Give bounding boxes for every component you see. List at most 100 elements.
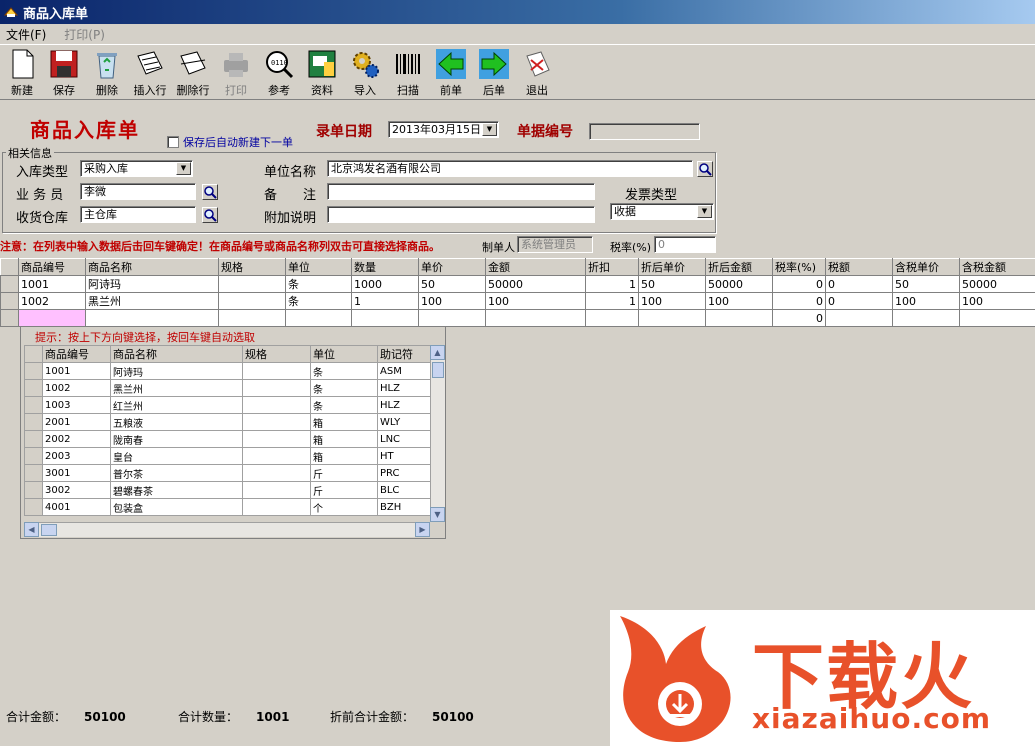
list-cell[interactable]: 皇台 <box>110 447 243 465</box>
auto-new-checkbox[interactable] <box>167 136 179 148</box>
chevron-down-icon[interactable]: ▼ <box>176 162 191 175</box>
list-cell[interactable]: 3001 <box>42 464 111 482</box>
grid-cell[interactable]: 0 <box>772 292 826 310</box>
list-cell[interactable]: 条 <box>310 379 378 397</box>
grid-cell[interactable] <box>218 275 286 293</box>
list-cell[interactable]: BLC <box>377 481 433 499</box>
list-cell[interactable] <box>242 447 311 465</box>
col-header[interactable]: 商品编号 <box>42 345 111 363</box>
vertical-scrollbar[interactable]: ▲ ▼ <box>430 345 445 522</box>
data-button[interactable]: 资料 <box>302 48 342 100</box>
list-item[interactable]: 1002 黑兰州 条 HLZ <box>24 379 433 397</box>
import-button[interactable]: 导入 <box>345 48 385 100</box>
list-cell[interactable]: HLZ <box>377 396 433 414</box>
salesman-search-button[interactable] <box>202 184 218 200</box>
list-cell[interactable] <box>242 362 311 380</box>
list-item[interactable]: 3001 普尔茶 斤 PRC <box>24 464 433 482</box>
list-cell[interactable]: 2002 <box>42 430 111 448</box>
delete-row-button[interactable]: 删除行 <box>173 48 213 100</box>
col-header[interactable]: 单价 <box>418 258 486 276</box>
grid-cell[interactable] <box>218 292 286 310</box>
list-cell[interactable]: 2003 <box>42 447 111 465</box>
insert-row-button[interactable]: 插入行 <box>130 48 170 100</box>
list-item[interactable]: 2001 五粮液 箱 WLY <box>24 413 433 431</box>
col-header[interactable]: 折后金额 <box>705 258 773 276</box>
scroll-down-icon[interactable]: ▼ <box>430 507 445 522</box>
list-item[interactable]: 2002 陇南春 箱 LNC <box>24 430 433 448</box>
stock-type-select[interactable]: 采购入库 ▼ <box>80 160 193 177</box>
grid-cell[interactable] <box>825 309 893 327</box>
grid-cell[interactable] <box>85 309 219 327</box>
list-cell[interactable]: 黑兰州 <box>110 379 243 397</box>
list-item[interactable]: 3002 碧螺春茶 斤 BLC <box>24 481 433 499</box>
list-cell[interactable]: BZH <box>377 498 433 516</box>
list-cell[interactable]: 1001 <box>42 362 111 380</box>
list-item[interactable]: 4001 包装盒 个 BZH <box>24 498 433 516</box>
list-cell[interactable] <box>242 498 311 516</box>
list-cell[interactable]: LNC <box>377 430 433 448</box>
remark-field[interactable] <box>327 183 595 200</box>
list-cell[interactable]: 条 <box>310 396 378 414</box>
list-cell[interactable]: 红兰州 <box>110 396 243 414</box>
list-cell[interactable]: 碧螺春茶 <box>110 481 243 499</box>
row-header[interactable] <box>0 275 19 293</box>
col-header[interactable]: 单位 <box>310 345 378 363</box>
col-header[interactable]: 商品编号 <box>18 258 86 276</box>
grid-cell[interactable]: 50 <box>638 275 706 293</box>
list-cell[interactable]: 1002 <box>42 379 111 397</box>
date-picker[interactable]: 2013年03月15日 ▼ <box>388 121 499 138</box>
grid-cell[interactable]: 100 <box>418 292 486 310</box>
scroll-thumb[interactable] <box>432 362 444 378</box>
delete-button[interactable]: 删除 <box>87 48 127 100</box>
save-button[interactable]: 保存 <box>44 48 84 100</box>
grid-cell[interactable]: 100 <box>638 292 706 310</box>
table-row[interactable]: 1001 阿诗玛 条 1000 50 50000 1 50 50000 0 0 … <box>0 275 1035 293</box>
scroll-left-icon[interactable]: ◀ <box>24 522 39 537</box>
list-cell[interactable]: 阿诗玛 <box>110 362 243 380</box>
next-record-button[interactable]: 后单 <box>474 48 514 100</box>
grid-cell[interactable]: 50 <box>418 275 486 293</box>
prev-record-button[interactable]: 前单 <box>431 48 471 100</box>
grid-cell[interactable]: 条 <box>285 275 352 293</box>
grid-cell[interactable] <box>638 309 706 327</box>
table-row[interactable]: 0 <box>0 309 1035 327</box>
table-row[interactable]: 1002 黑兰州 条 1 100 100 1 100 100 0 0 100 1… <box>0 292 1035 310</box>
warehouse-field[interactable]: 主仓库 <box>80 206 196 223</box>
grid-cell[interactable]: 1001 <box>18 275 86 293</box>
col-header[interactable]: 税额 <box>825 258 893 276</box>
tax-rate-field[interactable]: 0 <box>654 236 716 253</box>
list-cell[interactable]: 3002 <box>42 481 111 499</box>
grid-cell[interactable] <box>351 309 419 327</box>
grid-cell[interactable]: 50000 <box>705 275 773 293</box>
list-cell[interactable]: 箱 <box>310 430 378 448</box>
row-header[interactable] <box>0 309 19 327</box>
grid-cell[interactable]: 100 <box>485 292 586 310</box>
list-cell[interactable]: 4001 <box>42 498 111 516</box>
col-header[interactable]: 商品名称 <box>85 258 219 276</box>
list-cell[interactable]: 箱 <box>310 413 378 431</box>
col-header[interactable]: 金额 <box>485 258 586 276</box>
grid-cell[interactable] <box>585 309 639 327</box>
list-cell[interactable] <box>242 396 311 414</box>
list-cell[interactable]: 斤 <box>310 481 378 499</box>
list-cell[interactable]: WLY <box>377 413 433 431</box>
list-item[interactable]: 1003 红兰州 条 HLZ <box>24 396 433 414</box>
grid-cell[interactable] <box>418 309 486 327</box>
grid-cell[interactable]: 黑兰州 <box>85 292 219 310</box>
grid-cell[interactable]: 1 <box>351 292 419 310</box>
list-cell[interactable]: PRC <box>377 464 433 482</box>
row-header[interactable] <box>0 292 19 310</box>
grid-cell[interactable]: 50000 <box>485 275 586 293</box>
scan-button[interactable]: 扫描 <box>388 48 428 100</box>
grid-cell[interactable] <box>485 309 586 327</box>
list-cell[interactable]: ASM <box>377 362 433 380</box>
chevron-down-icon[interactable]: ▼ <box>482 123 497 136</box>
grid-cell[interactable] <box>218 309 286 327</box>
grid-cell[interactable]: 100 <box>959 292 1035 310</box>
grid-cell[interactable]: 0 <box>772 309 826 327</box>
grid-cell[interactable]: 50 <box>892 275 960 293</box>
grid-cell[interactable]: 50000 <box>959 275 1035 293</box>
list-cell[interactable]: 条 <box>310 362 378 380</box>
list-cell[interactable]: 包装盒 <box>110 498 243 516</box>
unit-name-field[interactable]: 北京鸿发名酒有限公司 <box>327 160 693 177</box>
